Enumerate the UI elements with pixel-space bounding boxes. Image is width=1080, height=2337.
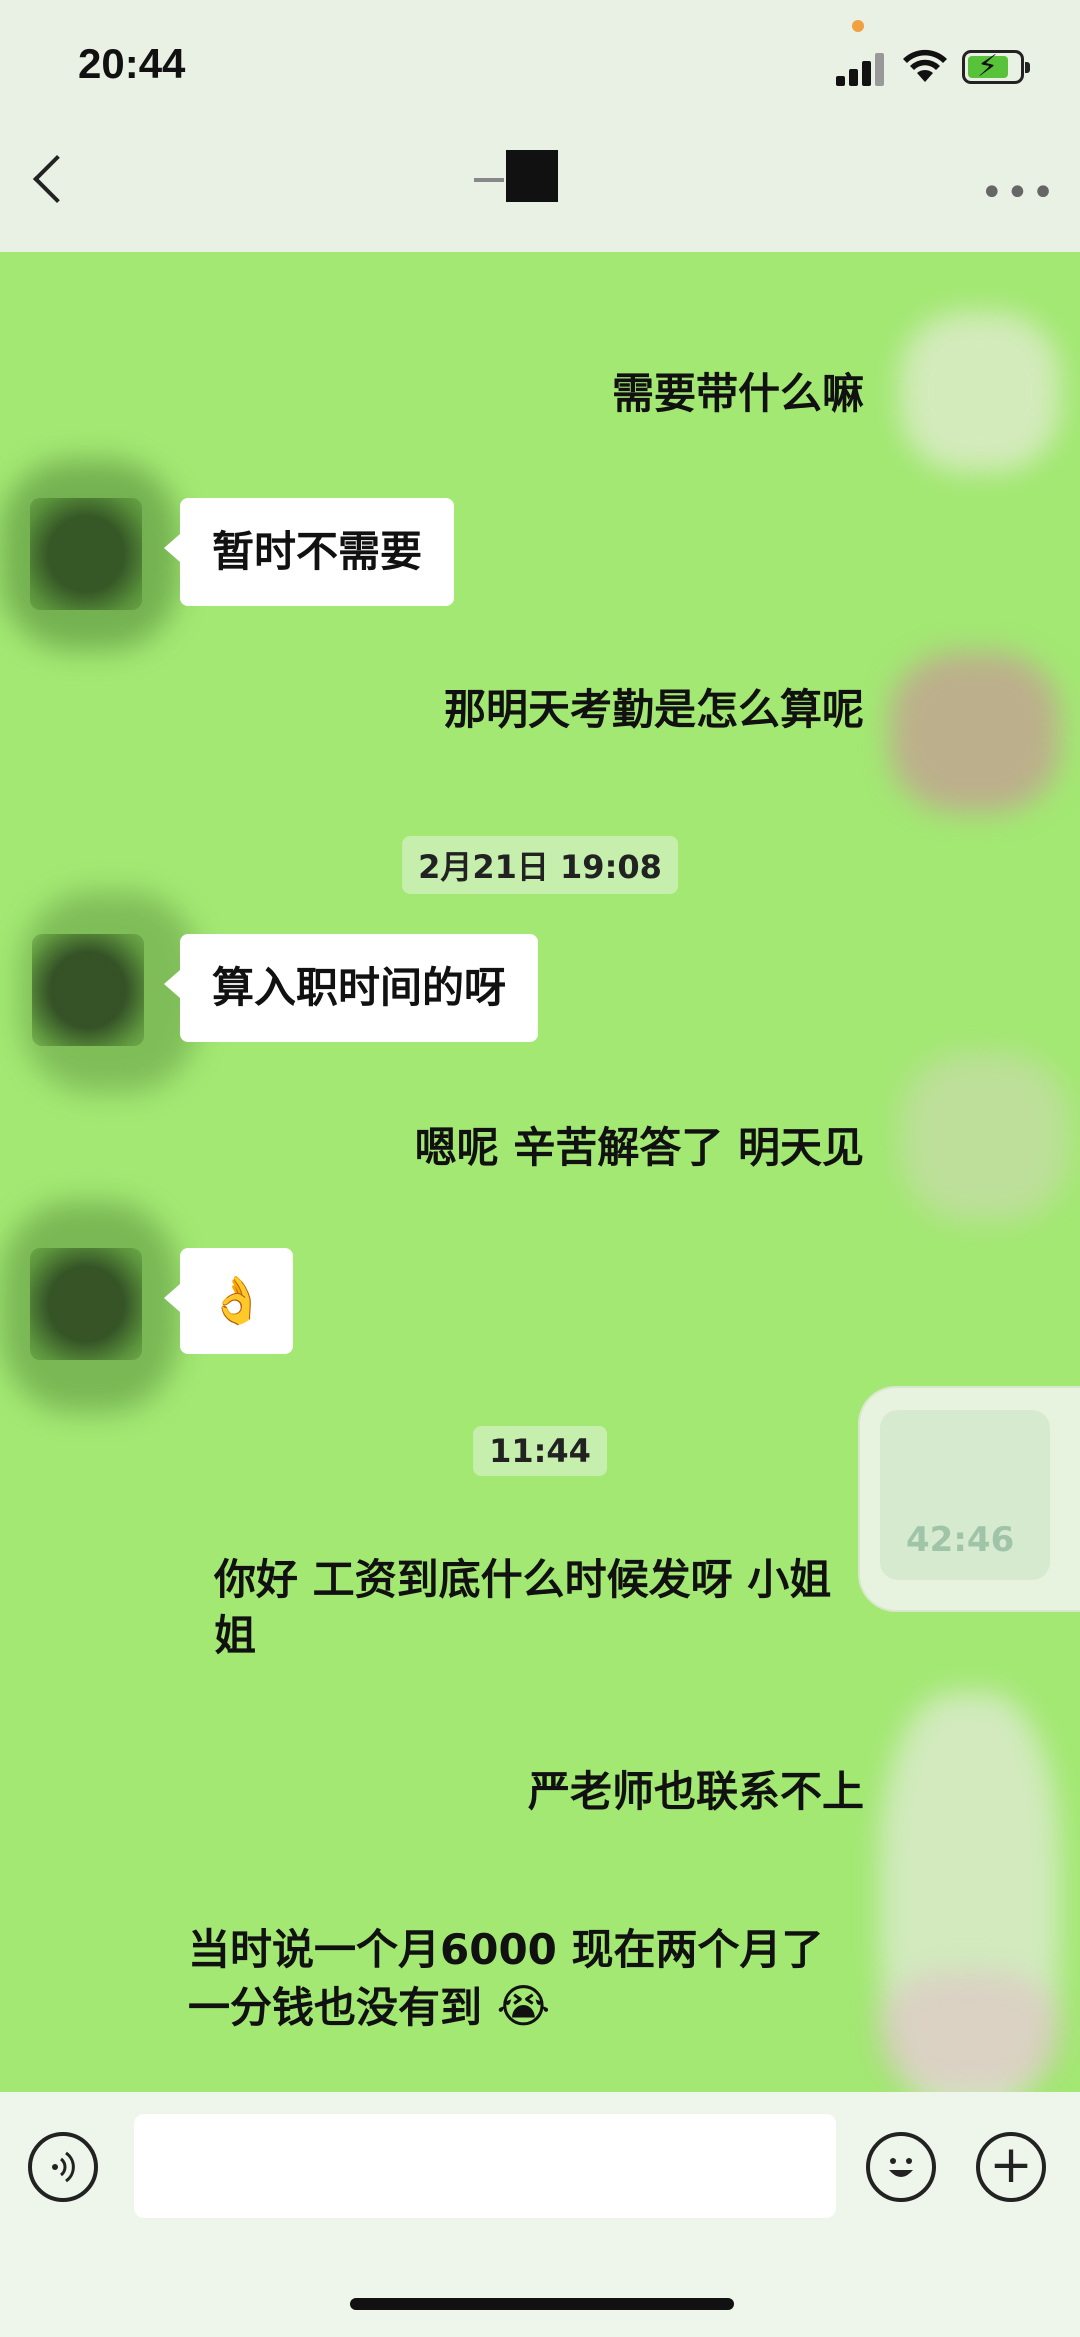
- redaction-scribble: [0, 460, 180, 650]
- battery-icon: ⚡: [962, 49, 1030, 84]
- message-line: 你好 工资到底什么时候发呀 小姐: [214, 1555, 832, 1604]
- chat-message-sent: 嗯呢 辛苦解答了 明天见: [414, 1123, 864, 1172]
- ellipsis-icon[interactable]: •••: [980, 170, 1057, 216]
- timestamp-badge: 2月21日 19:08: [402, 836, 678, 894]
- voice-icon[interactable]: [28, 2132, 98, 2202]
- chat-message-sent: 严老师也联系不上: [527, 1767, 864, 1816]
- message-input[interactable]: [134, 2114, 836, 2218]
- chat-message-received: 暂时不需要: [163, 498, 455, 606]
- redaction-scribble: [880, 1972, 1060, 2092]
- redaction-scribble: [900, 1052, 1070, 1222]
- call-timer: 42:46: [906, 1520, 1015, 1560]
- voice-wave-glyph: [52, 2151, 75, 2183]
- redaction-scribble: [0, 1202, 180, 1412]
- chevron-left-icon[interactable]: [32, 154, 82, 204]
- message-line: 姐: [214, 1611, 257, 1660]
- floating-call-widget[interactable]: 42:46: [860, 1388, 1080, 1610]
- chat-message-sent: 那明天考勤是怎么算呢: [443, 685, 864, 734]
- chat-message-sent: 需要带什么嘛: [611, 369, 864, 418]
- chat-title-redacted: [506, 150, 558, 202]
- wifi-icon: [903, 49, 947, 82]
- chat-message-sent: 你好 工资到底什么时候发呀 小姐 姐: [214, 1552, 831, 1664]
- top-bar: 20:44 ⚡ •••: [0, 0, 1080, 252]
- chat-message-received: 算入职时间的呀: [163, 934, 539, 1042]
- home-indicator[interactable]: [350, 2298, 734, 2310]
- cellular-signal-icon: [836, 52, 886, 86]
- title-decoration: [474, 178, 504, 182]
- input-bar: +: [0, 2092, 1080, 2337]
- chat-message-sent: 当时说一个月6000 现在两个月了 一分钱也没有到 😭: [188, 1922, 824, 2036]
- smiley-icon[interactable]: [866, 2132, 936, 2202]
- redaction-scribble: [900, 312, 1060, 472]
- privacy-indicator-dot: [852, 20, 864, 32]
- plus-icon[interactable]: +: [976, 2132, 1046, 2202]
- redaction-scribble: [890, 652, 1060, 812]
- crying-face-emoji: 😭: [496, 1979, 551, 2033]
- chat-message-received: 👌: [163, 1248, 294, 1354]
- timestamp-badge: 11:44: [473, 1426, 607, 1476]
- status-time: 20:44: [78, 40, 186, 87]
- ok-hand-emoji: 👌: [208, 1273, 266, 1327]
- message-line: 一分钱也没有到 😭: [188, 1978, 824, 2036]
- smiley-glyph: [889, 2158, 913, 2177]
- message-line: 当时说一个月6000 现在两个月了: [188, 1925, 824, 1974]
- chat-area[interactable]: 需要带什么嘛 暂时不需要 那明天考勤是怎么算呢 2月21日 19:08 算入职时…: [0, 252, 1080, 2112]
- message-text: 一分钱也没有到: [188, 1983, 483, 2032]
